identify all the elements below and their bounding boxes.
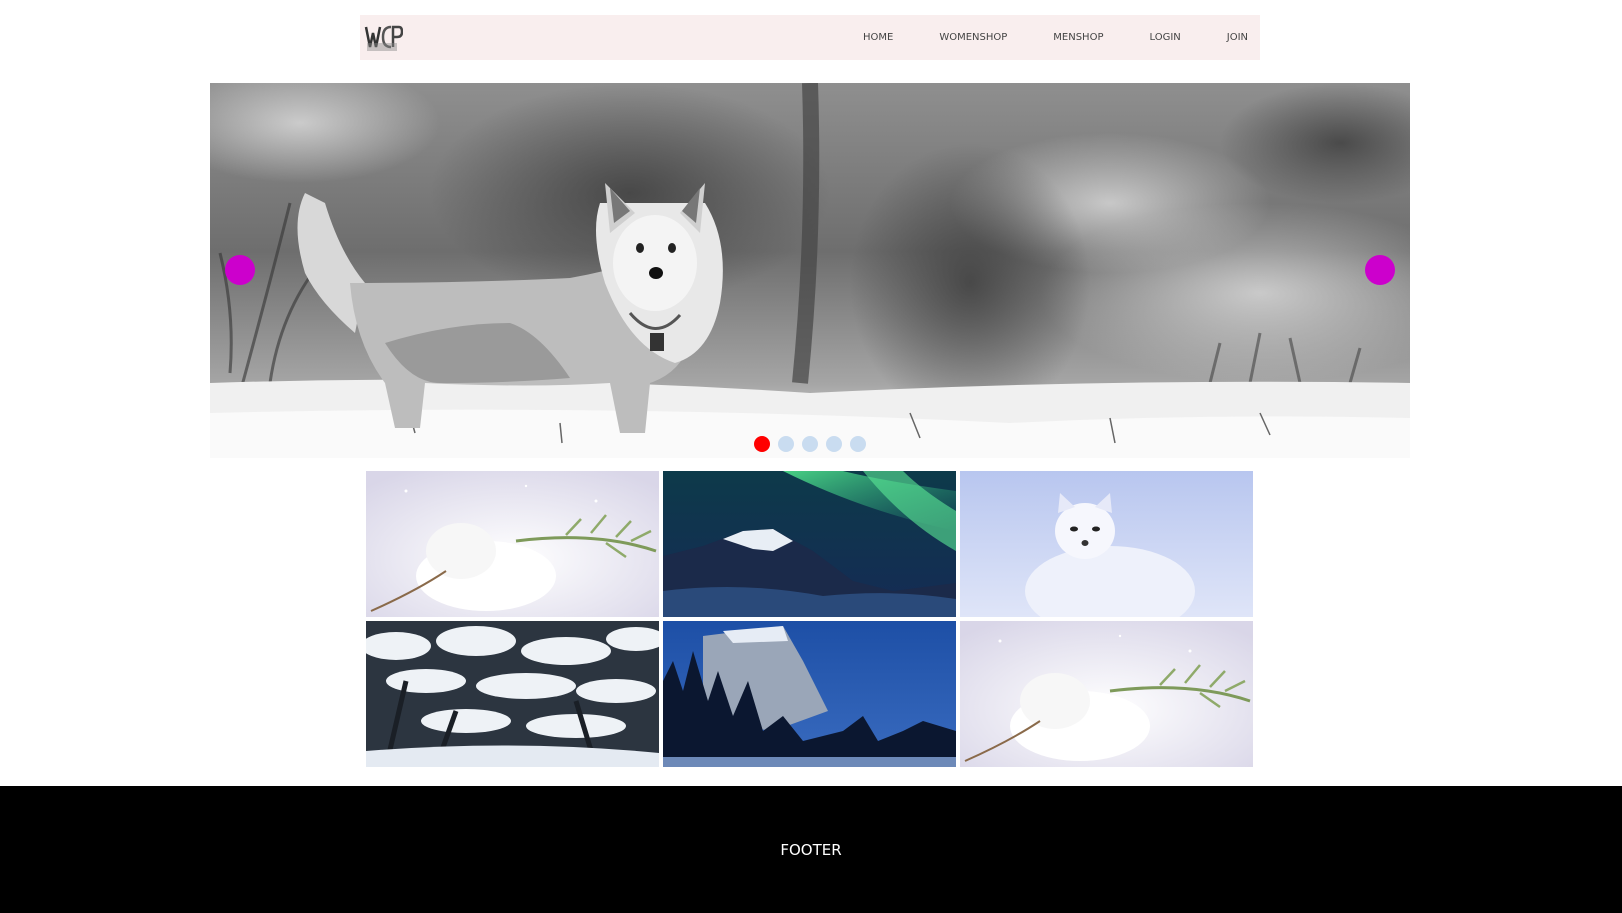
hero-slider xyxy=(210,83,1410,458)
slider-dot-2[interactable] xyxy=(778,436,794,452)
snowy-branch-photo xyxy=(366,471,659,617)
arctic-fox-photo xyxy=(960,471,1253,617)
main-nav: HOME WOMENSHOP MENSHOP LOGIN JOIN xyxy=(863,15,1260,60)
photo-gallery xyxy=(366,471,1253,767)
site-footer: FOOTER xyxy=(0,786,1622,913)
nav-menshop[interactable]: MENSHOP xyxy=(1053,32,1103,43)
wcp-logo-icon[interactable] xyxy=(363,19,404,55)
slider-dot-3[interactable] xyxy=(802,436,818,452)
slider-prev-button[interactable] xyxy=(225,255,255,285)
gallery-tile[interactable] xyxy=(663,471,956,617)
nav-home[interactable]: HOME xyxy=(863,32,893,43)
slider-dot-5[interactable] xyxy=(850,436,866,452)
slider-pagination xyxy=(210,436,1410,452)
nav-join[interactable]: JOIN xyxy=(1227,32,1248,43)
nav-womenshop[interactable]: WOMENSHOP xyxy=(939,32,1007,43)
night-cliff-forest-photo xyxy=(663,621,956,767)
snowy-trees-photo xyxy=(366,621,659,767)
gallery-tile[interactable] xyxy=(960,471,1253,617)
gallery-tile[interactable] xyxy=(960,621,1253,767)
nav-login[interactable]: LOGIN xyxy=(1149,32,1180,43)
gallery-tile[interactable] xyxy=(366,621,659,767)
slider-next-button[interactable] xyxy=(1365,255,1395,285)
gallery-tile[interactable] xyxy=(663,621,956,767)
footer-label: FOOTER xyxy=(780,840,842,859)
gallery-tile[interactable] xyxy=(366,471,659,617)
aurora-mountain-photo xyxy=(663,471,956,617)
slider-dot-4[interactable] xyxy=(826,436,842,452)
site-header: HOME WOMENSHOP MENSHOP LOGIN JOIN xyxy=(360,15,1260,60)
corgi-in-snow-photo xyxy=(210,83,1410,458)
snowy-branch-photo xyxy=(960,621,1253,767)
slider-dot-1[interactable] xyxy=(754,436,770,452)
